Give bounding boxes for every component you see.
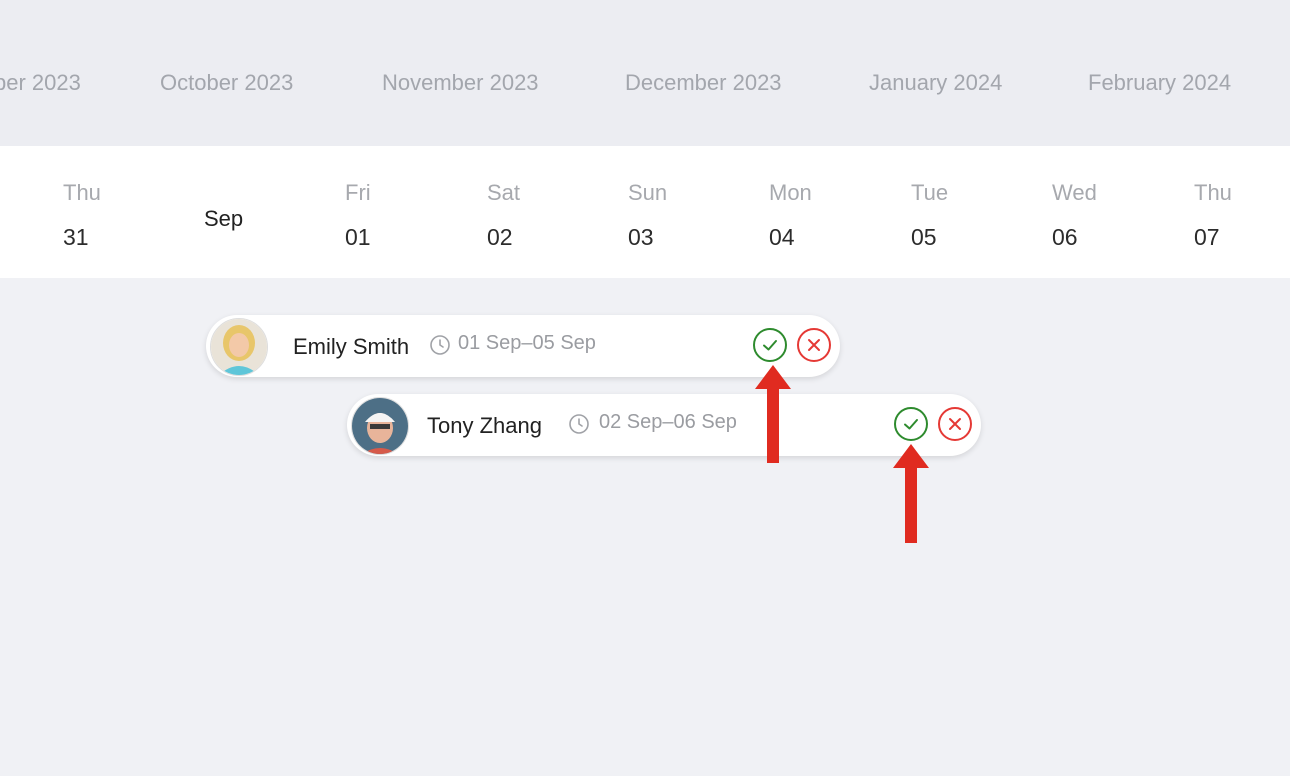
- day-column: Sat 02: [487, 180, 520, 251]
- clock-icon: [429, 334, 451, 356]
- day-column: Thu 07: [1194, 180, 1232, 251]
- annotation-arrow-icon: [755, 365, 791, 463]
- day-of-week: Fri: [345, 180, 371, 205]
- day-number: 04: [769, 224, 795, 250]
- day-number: 31: [63, 224, 89, 250]
- close-icon: [808, 339, 820, 351]
- booking-date-range: 01 Sep–05 Sep: [458, 332, 596, 354]
- day-of-week: Sun: [628, 180, 668, 205]
- day-number: 05: [911, 224, 937, 250]
- month-marker: Sep: [204, 206, 244, 231]
- approve-button[interactable]: [753, 328, 787, 362]
- month-tab-november-2023[interactable]: November 2023: [382, 70, 539, 96]
- day-column: Fri 01: [345, 180, 371, 251]
- day-header-strip: Thu 31 Sep Fri 01 Sat 02 Sun 03 Mon 04 T…: [0, 146, 1290, 278]
- month-navigation-bar: ber 2023 October 2023 November 2023 Dece…: [0, 0, 1290, 146]
- annotation-arrow-icon: [893, 444, 929, 543]
- day-of-week: Thu: [1194, 180, 1232, 205]
- day-column: Mon 04: [769, 180, 812, 251]
- month-tab-january-2024[interactable]: January 2024: [869, 70, 1002, 96]
- day-of-week: Tue: [911, 180, 949, 205]
- avatar: [210, 318, 268, 376]
- day-of-week: Thu: [63, 180, 101, 205]
- requester-name: Tony Zhang: [427, 413, 542, 438]
- day-number: 03: [628, 224, 654, 250]
- month-tab-december-2023[interactable]: December 2023: [625, 70, 782, 96]
- close-icon: [949, 418, 961, 430]
- booking-request-emily-smith[interactable]: Emily Smith 01 Sep–05 Sep: [206, 315, 840, 377]
- month-tab-february-2024[interactable]: February 2024: [1088, 70, 1231, 96]
- decline-button[interactable]: [797, 328, 831, 362]
- day-column: Wed 06: [1052, 180, 1097, 251]
- booking-date-range: 02 Sep–06 Sep: [599, 411, 737, 433]
- approve-button[interactable]: [894, 407, 928, 441]
- booking-request-tony-zhang[interactable]: Tony Zhang 02 Sep–06 Sep: [347, 394, 981, 456]
- requester-name: Emily Smith: [293, 334, 410, 359]
- day-of-week: Mon: [769, 180, 812, 205]
- day-number: 07: [1194, 224, 1220, 250]
- day-of-week: Sat: [487, 180, 521, 205]
- day-column: Tue 05: [911, 180, 948, 251]
- day-number: 02: [487, 224, 513, 250]
- day-of-week: Wed: [1052, 180, 1097, 205]
- avatar: [351, 397, 409, 455]
- month-tab-october-2023[interactable]: October 2023: [160, 70, 293, 96]
- day-number: 06: [1052, 224, 1078, 250]
- month-tab-september-2023[interactable]: ber 2023: [0, 70, 81, 96]
- avatar-man-with-cap-icon: [352, 398, 408, 454]
- day-column: Sun 03: [628, 180, 667, 251]
- check-icon: [904, 419, 918, 430]
- check-icon: [763, 340, 777, 351]
- day-number: 01: [345, 224, 371, 250]
- avatar-blonde-woman-icon: [211, 319, 267, 375]
- decline-button[interactable]: [938, 407, 972, 441]
- day-column: Thu 31: [63, 180, 101, 251]
- clock-icon: [568, 413, 590, 435]
